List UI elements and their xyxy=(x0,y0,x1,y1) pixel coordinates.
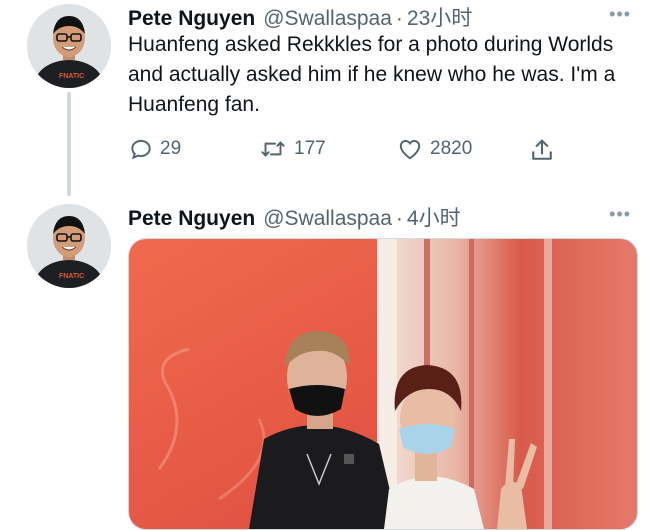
retweet-button[interactable]: 177 xyxy=(258,136,326,162)
author-name[interactable]: Pete Nguyen xyxy=(128,207,255,231)
tweet-first[interactable]: FNATIC Pete Nguyen @Swallaspaa · 23小时 ••… xyxy=(0,0,661,190)
more-icon[interactable]: ••• xyxy=(609,204,631,225)
avatar[interactable]: FNATIC xyxy=(27,204,111,288)
more-icon[interactable]: ••• xyxy=(609,4,631,25)
author-handle[interactable]: @Swallaspaa xyxy=(263,7,392,31)
separator-dot: · xyxy=(395,207,403,230)
timestamp[interactable]: 4小时 xyxy=(407,202,461,232)
tweet-header: Pete Nguyen @Swallaspaa · 23小时 xyxy=(128,2,472,32)
share-icon xyxy=(532,139,552,160)
retweet-icon xyxy=(261,141,285,157)
tweet-header: Pete Nguyen @Swallaspaa · 4小时 xyxy=(128,202,461,232)
tweet-photo[interactable] xyxy=(128,238,638,530)
avatar[interactable]: FNATIC xyxy=(27,4,111,88)
author-handle[interactable]: @Swallaspaa xyxy=(263,207,392,231)
like-count: 2820 xyxy=(430,138,473,159)
svg-text:FNATIC: FNATIC xyxy=(59,273,84,280)
action-bar: 29 177 2820 xyxy=(128,136,648,166)
svg-text:FNATIC: FNATIC xyxy=(59,73,84,80)
separator-dot: · xyxy=(395,7,403,30)
author-name[interactable]: Pete Nguyen xyxy=(128,7,255,31)
timestamp[interactable]: 23小时 xyxy=(407,2,472,32)
share-button[interactable] xyxy=(528,136,562,164)
reply-count: 29 xyxy=(160,138,182,159)
reply-button[interactable]: 29 xyxy=(128,136,181,162)
retweet-count: 177 xyxy=(294,138,326,159)
reply-icon xyxy=(131,139,151,160)
tweet-text: Huanfeng asked Rekkkles for a photo duri… xyxy=(128,33,616,116)
like-icon xyxy=(399,140,421,160)
like-button[interactable]: 2820 xyxy=(396,136,472,162)
